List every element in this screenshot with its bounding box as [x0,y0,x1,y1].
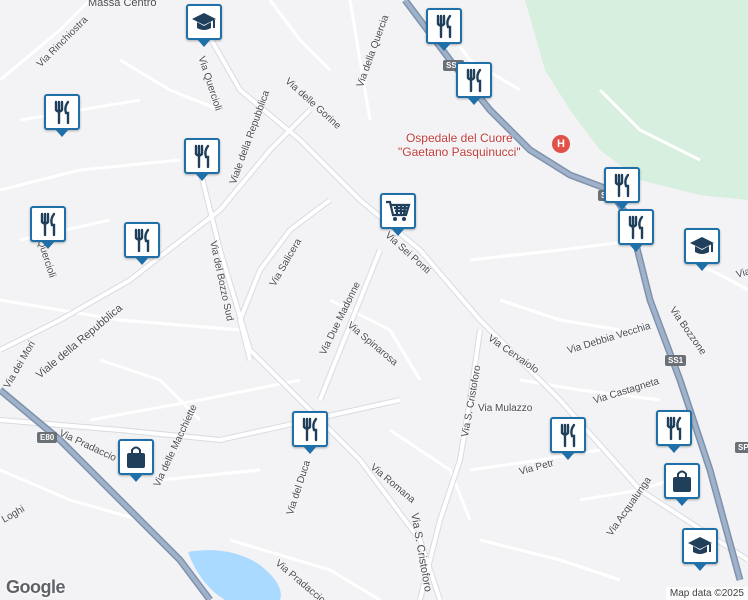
hospital-label[interactable]: Ospedale del Cuore "Gaetano Pasquinucci" [398,131,521,159]
school-icon [686,532,714,560]
restaurant-icon [554,421,582,449]
school-icon [688,232,716,260]
shopping-cart-icon [384,197,412,225]
shopping-bag-marker[interactable] [118,439,154,482]
map-base [0,0,748,600]
road-shield: SP [735,442,748,453]
restaurant-icon [296,415,324,443]
locality-label: Massa Centro [88,0,157,9]
restaurant-icon [188,142,216,170]
hospital-icon[interactable]: H [552,135,570,153]
restaurant-icon [622,213,650,241]
restaurant-marker[interactable] [184,138,220,181]
restaurant-marker[interactable] [292,411,328,454]
road-shield: E80 [37,432,58,443]
restaurant-marker[interactable] [604,167,640,210]
restaurant-marker[interactable] [550,417,586,460]
shopping-bag-icon [668,467,696,495]
restaurant-marker[interactable] [44,94,80,137]
restaurant-icon [430,12,458,40]
hospital-name: Ospedale del Cuore [405,131,513,145]
restaurant-marker[interactable] [124,222,160,265]
street-label: Via Mulazzo [478,403,533,414]
restaurant-marker[interactable] [656,410,692,453]
restaurant-icon [608,171,636,199]
restaurant-marker[interactable] [30,206,66,249]
restaurant-icon [660,414,688,442]
google-logo: Google [6,577,66,597]
shopping-bag-icon [122,443,150,471]
school-marker[interactable] [684,228,720,271]
restaurant-marker[interactable] [456,62,492,105]
road-shield: SS1 [665,355,687,366]
restaurant-marker[interactable] [426,8,462,51]
restaurant-icon [34,210,62,238]
map-canvas[interactable]: Via Rinchiostra Massa Centro Via Quercio… [0,0,748,600]
map-data-attribution[interactable]: Map data ©2025 [665,587,748,600]
school-icon [190,8,218,36]
school-marker[interactable] [186,4,222,47]
restaurant-icon [460,66,488,94]
hospital-subname: "Gaetano Pasquinucci" [398,145,521,159]
restaurant-marker[interactable] [618,209,654,252]
shopping-cart-marker[interactable] [380,193,416,236]
restaurant-icon [48,98,76,126]
school-marker[interactable] [682,528,718,571]
shopping-bag-marker[interactable] [664,463,700,506]
restaurant-icon [128,226,156,254]
